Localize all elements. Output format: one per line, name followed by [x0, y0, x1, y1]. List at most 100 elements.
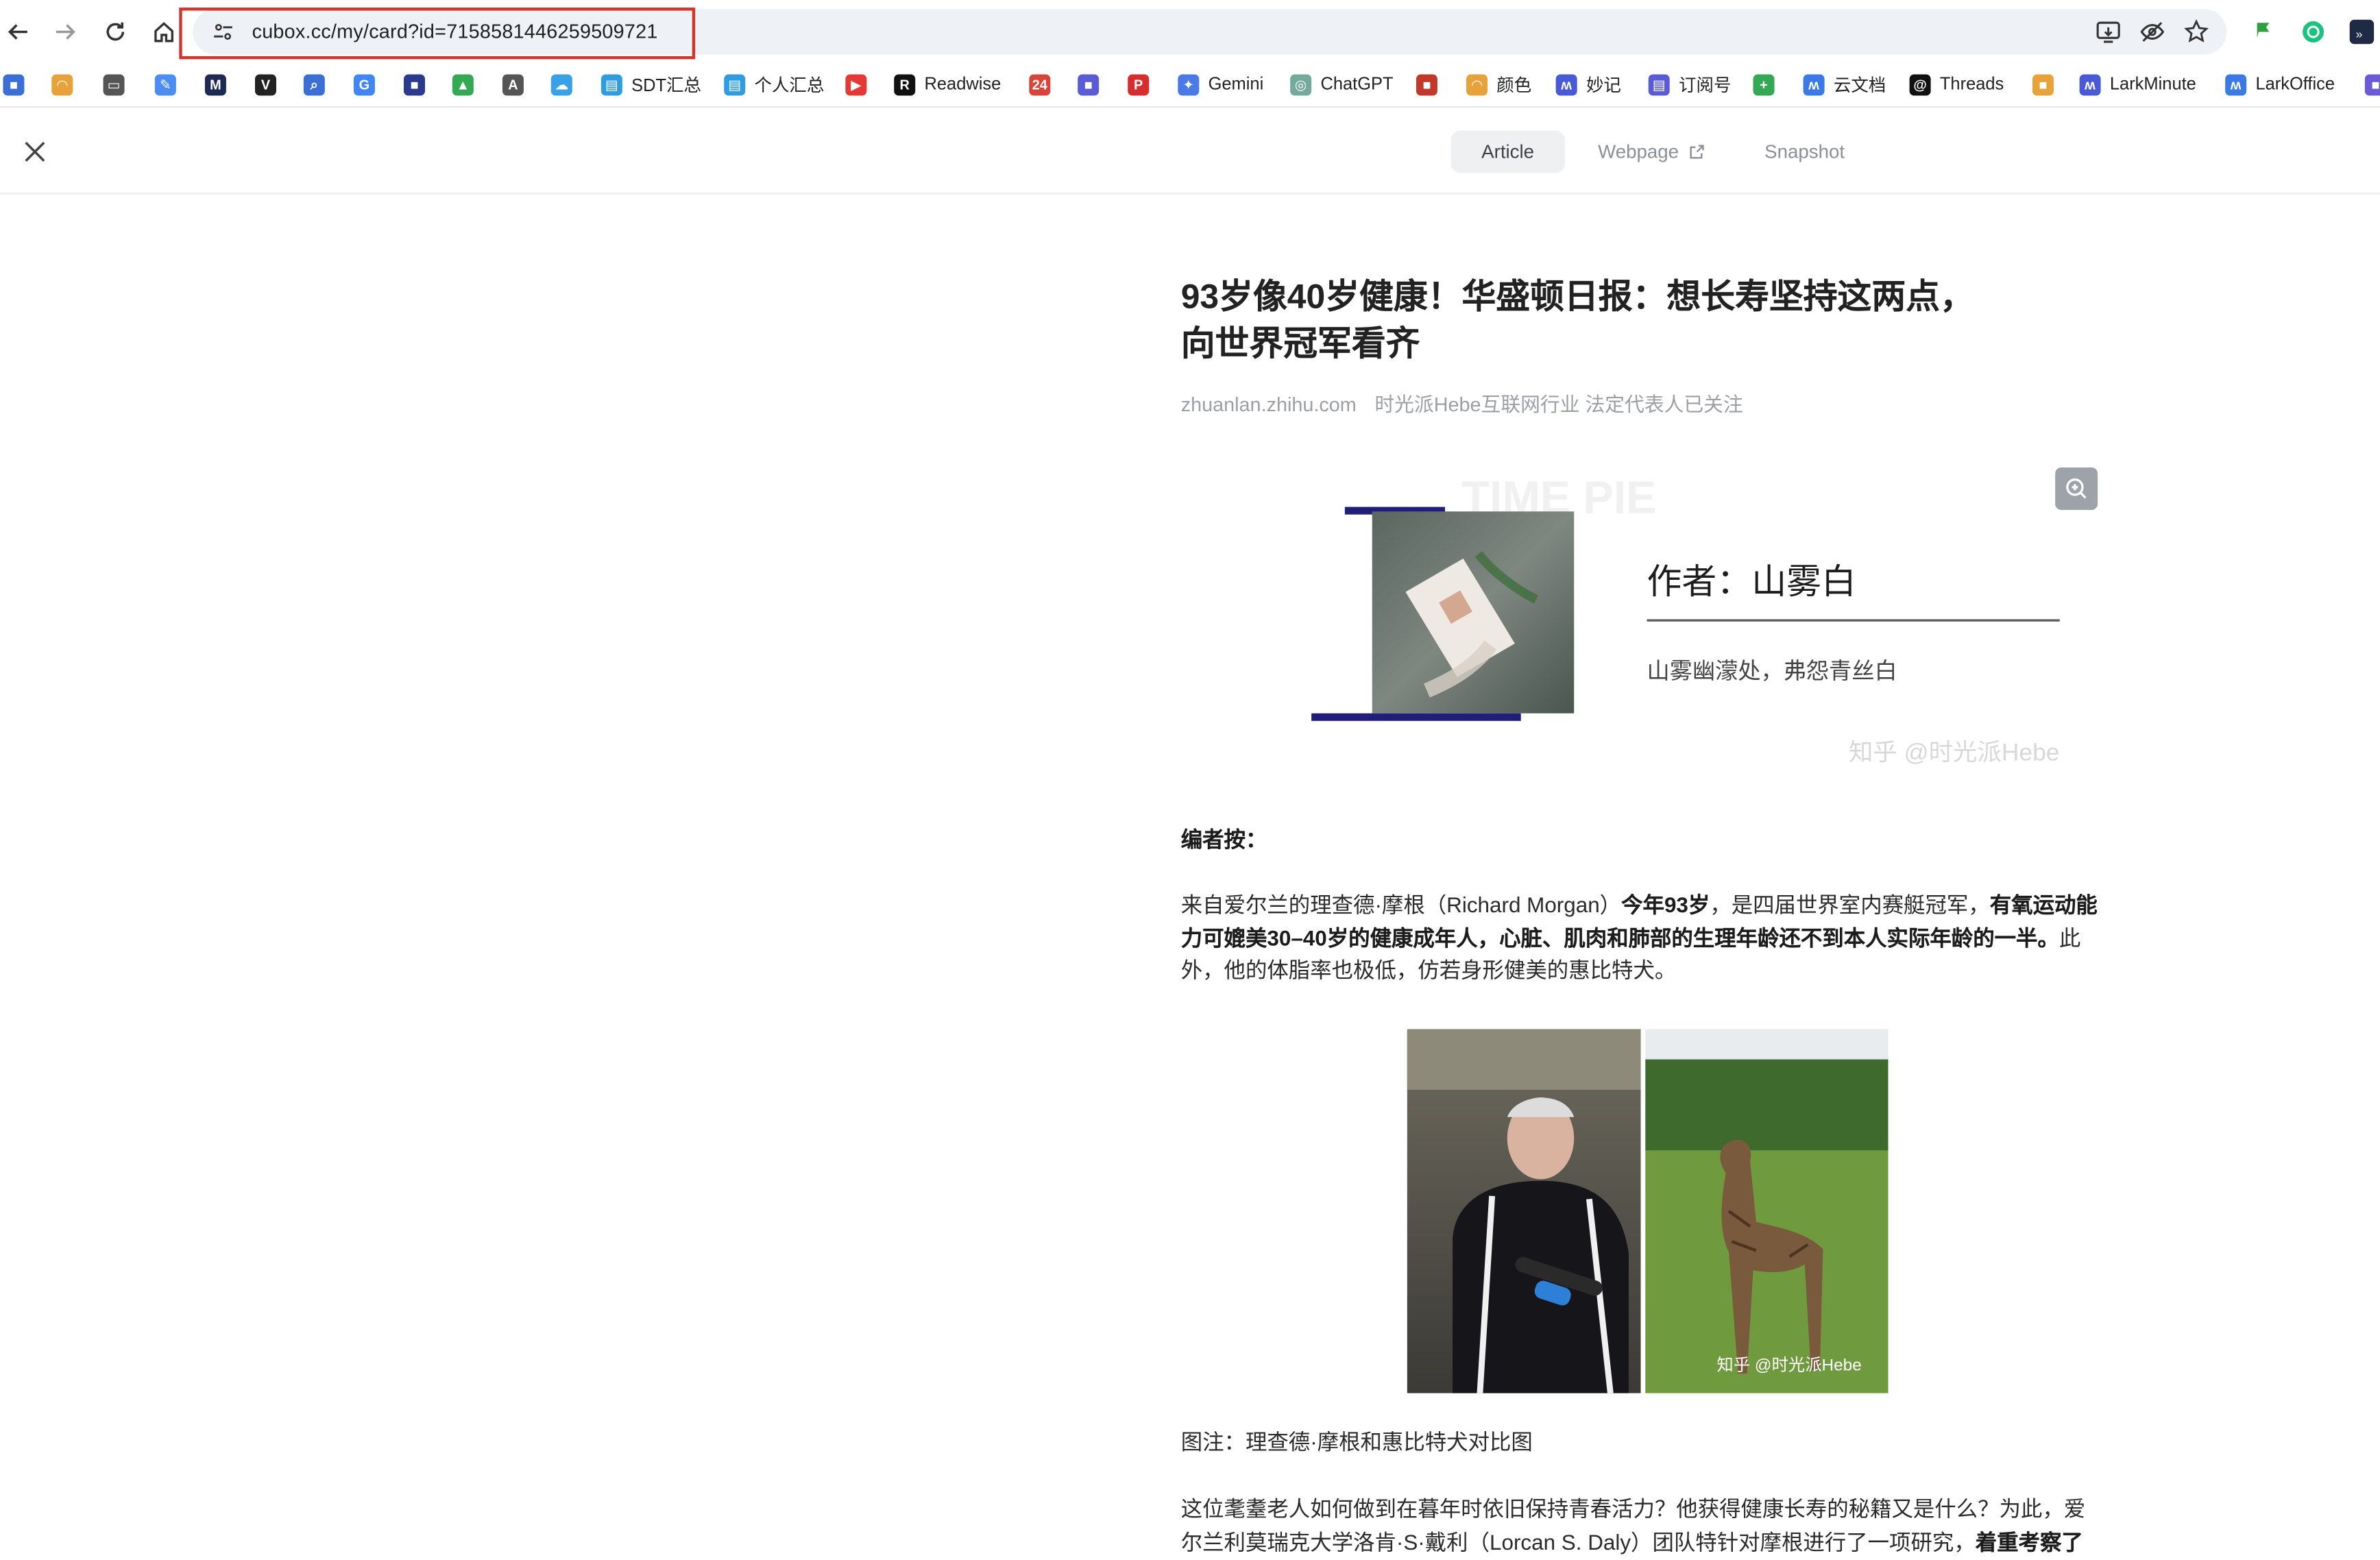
edit-icon: ✎: [154, 74, 176, 96]
photo-zhihu-watermark: 知乎 @时光派Hebe: [1716, 1356, 1861, 1375]
star-icon[interactable]: [2183, 19, 2210, 53]
bookmark-17[interactable]: ■: [1078, 71, 1108, 99]
reload-button[interactable]: [99, 15, 132, 49]
article-header: 93岁像40岁健康！华盛顿日报：想长寿坚持这两点， 向世界冠军看齐 zhuanl…: [1181, 273, 2110, 417]
bookmark-11[interactable]: ☁: [550, 71, 581, 99]
tab-article[interactable]: Article: [1450, 130, 1565, 173]
bookmark-label: 订阅号: [1679, 77, 1732, 96]
para2-line-1: 这位耄耋老人如何做到在暮年时依旧保持青春活力？他获得健康长寿的秘籍又是什么？为此…: [1180, 1498, 2086, 1522]
bookmark-30[interactable]: ʍ LarkOffice: [2225, 71, 2335, 99]
arrow-left-icon: [8, 24, 27, 40]
cover-zhihu-watermark: 知乎 @时光派Hebe: [1849, 738, 2059, 766]
bookmark-6[interactable]: ⌕: [303, 71, 334, 99]
para2-line-2-bold: 着重考察了: [1975, 1531, 2083, 1555]
bookmark-12[interactable]: ▤ SDT汇总: [600, 71, 702, 99]
bookmark-4[interactable]: M: [204, 71, 235, 99]
bookmark-22[interactable]: ◠ 颜色: [1466, 71, 1531, 99]
tab-webpage[interactable]: Webpage: [1579, 130, 1719, 173]
eye-off-icon[interactable]: [2139, 19, 2166, 53]
bookmark-31[interactable]: ■: [2364, 71, 2380, 99]
bookmark-8[interactable]: ■: [404, 71, 434, 99]
extension-icon[interactable]: »: [2348, 19, 2376, 53]
bookmark-10[interactable]: A: [502, 71, 533, 99]
chatgpt-extension-icon[interactable]: [2300, 19, 2327, 53]
bookmark-24[interactable]: ▤ 订阅号: [1648, 71, 1732, 99]
bookmark-0[interactable]: ■: [3, 71, 33, 99]
sheet-icon: +: [1753, 74, 1775, 96]
readwise-icon: R: [894, 74, 916, 96]
external-link-icon: [1689, 145, 1703, 159]
svg-text:»: »: [2356, 27, 2363, 40]
bookmark-label: LarkOffice: [2255, 75, 2335, 95]
bookmark-2[interactable]: ▭: [103, 71, 134, 99]
bookmark-label: 云文档: [1833, 77, 1886, 96]
bookmark-label: Threads: [1939, 75, 2004, 95]
back-button[interactable]: [1, 15, 35, 49]
flag-extension-icon[interactable]: [2252, 19, 2276, 51]
bookmark-5[interactable]: V: [255, 71, 285, 99]
bookmark-20[interactable]: ◎ ChatGPT: [1290, 71, 1394, 99]
bookmark-9[interactable]: ▲: [452, 71, 483, 99]
bookmark-label: ChatGPT: [1320, 75, 1394, 95]
bookmark-28[interactable]: ■: [2032, 71, 2063, 99]
article-title-line-1: 93岁像40岁健康！华盛顿日报：想长寿坚持这两点，: [1180, 278, 1974, 316]
folder-icon: ▭: [103, 74, 125, 96]
bookmark-1[interactable]: ◠: [51, 71, 82, 99]
bookmark-15[interactable]: R Readwise: [894, 71, 1001, 99]
app-icon: ■: [1416, 74, 1437, 96]
arrow-right-icon: [56, 24, 75, 40]
bookmark-3[interactable]: ✎: [154, 71, 185, 99]
tab-snapshot[interactable]: Snapshot: [1734, 130, 1875, 173]
bookmarks-bar: ■ ◠ ▭ ✎ M V ⌕ G ■ ▲ A ☁ ▤ SDT汇总 ▤ 个人汇总 ▶ R Readwise 24 ■ P ✦ Ge…: [0, 64, 2380, 108]
article-meta: zhuanlan.zhihu.com 时光派Hebe互联网行业 法定代表人已关注: [1181, 389, 2110, 417]
bookmark-26[interactable]: ʍ 云文档: [1803, 71, 1886, 99]
app-icon: ■: [2364, 74, 2380, 96]
pinterest-icon: P: [1128, 74, 1150, 96]
bookmark-label: 颜色: [1496, 77, 1532, 96]
bookmark-16[interactable]: 24: [1029, 71, 1059, 99]
zoom-image-button[interactable]: [2055, 467, 2098, 511]
bookmark-label: Gemini: [1208, 75, 1264, 95]
threads-icon: @: [1909, 74, 1931, 96]
zoom-in-icon: [2066, 478, 2087, 499]
bookmark-label: Readwise: [924, 75, 1001, 95]
app-icon: ■: [3, 74, 25, 96]
bookmark-25[interactable]: +: [1753, 71, 1784, 99]
chatgpt-icon: ◎: [1290, 74, 1312, 96]
bookmark-label: SDT汇总: [631, 77, 702, 96]
reload-icon: [106, 22, 125, 41]
search-icon: ⌕: [303, 74, 325, 96]
doc-icon: ▤: [724, 74, 746, 96]
forward-button[interactable]: [49, 15, 82, 49]
close-icon: [25, 141, 45, 162]
source-domain[interactable]: zhuanlan.zhihu.com: [1181, 393, 1357, 416]
browser-toolbar: cubox.cc/my/card?id=7158581446259509721 …: [0, 0, 2380, 64]
bookmark-19[interactable]: ✦ Gemini: [1178, 71, 1263, 99]
photo-caption: 图注：理查德·摩根和惠比特犬对比图: [1180, 1431, 1533, 1456]
app-icon: ■: [404, 74, 426, 96]
home-button[interactable]: [147, 15, 181, 49]
bookmark-14[interactable]: ▶: [845, 71, 875, 99]
gemini-icon: ✦: [1178, 74, 1200, 96]
view-tabs: Article Webpage Snapshot: [1450, 130, 1875, 175]
bookmark-7[interactable]: G: [353, 71, 384, 99]
bookmark-29[interactable]: ʍ LarkMinute: [2079, 71, 2196, 99]
bookmark-23[interactable]: ʍ 妙记: [1555, 71, 1621, 99]
bookmark-21[interactable]: ■: [1416, 71, 1446, 99]
install-app-icon[interactable]: [2095, 19, 2122, 53]
article-title-line-2: 向世界冠军看齐: [1180, 324, 1420, 363]
browser-window: cubox.cc/my/card?id=7158581446259509721 …: [0, 0, 2380, 1555]
bookmark-18[interactable]: P: [1128, 71, 1158, 99]
para1-part-c: ，是四届世界室内赛艇冠军，: [1710, 894, 1990, 918]
close-button[interactable]: [20, 136, 50, 167]
lark-icon: ʍ: [1555, 74, 1577, 96]
editor-note-label: 编者按：: [1180, 829, 1267, 853]
home-icon: [154, 22, 173, 42]
bookmark-27[interactable]: @ Threads: [1909, 71, 2004, 99]
bookmark-13[interactable]: ▤ 个人汇总: [724, 71, 824, 99]
app-icon: ■: [2032, 74, 2054, 96]
paragraph-intro: 来自爱尔兰的理查德·摩根（Richard Morgan）今年93岁，是四届世界室…: [1181, 891, 2110, 989]
app-icon: ■: [1078, 74, 1100, 96]
paragraph-2: 这位耄耋老人如何做到在暮年时依旧保持青春活力？他获得健康长寿的秘籍又是什么？为此…: [1181, 1495, 2110, 1560]
cloud-icon: ☁: [550, 74, 572, 96]
